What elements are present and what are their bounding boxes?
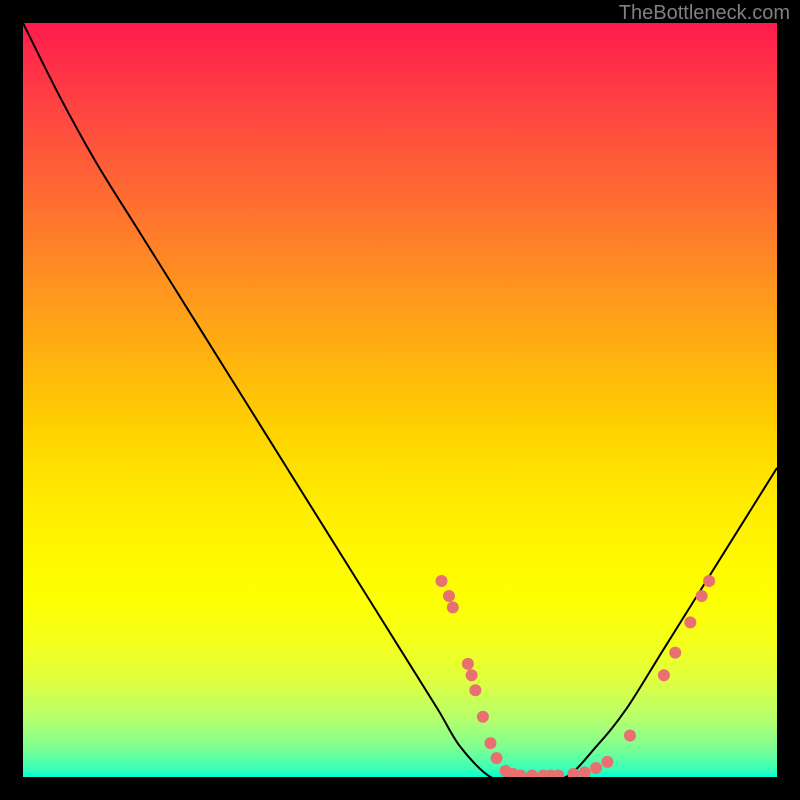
data-marker	[590, 762, 602, 774]
data-marker	[567, 768, 579, 777]
data-marker	[477, 711, 489, 723]
data-marker	[579, 767, 591, 778]
data-marker	[669, 647, 681, 659]
data-marker	[696, 590, 708, 602]
data-marker	[462, 658, 474, 670]
data-marker	[601, 756, 613, 768]
chart-svg	[23, 23, 777, 777]
data-marker	[703, 575, 715, 587]
data-marker	[684, 616, 696, 628]
data-marker	[526, 770, 538, 778]
data-marker	[491, 752, 503, 764]
data-marker	[658, 669, 670, 681]
data-marker	[469, 684, 481, 696]
data-marker	[624, 730, 636, 742]
data-marker	[436, 575, 448, 587]
data-marker	[485, 737, 497, 749]
data-markers	[436, 575, 716, 777]
bottleneck-curve	[23, 23, 777, 777]
chart-plot-area	[23, 23, 777, 777]
data-marker	[447, 601, 459, 613]
watermark-text: TheBottleneck.com	[619, 2, 790, 25]
data-marker	[466, 669, 478, 681]
data-marker	[443, 590, 455, 602]
